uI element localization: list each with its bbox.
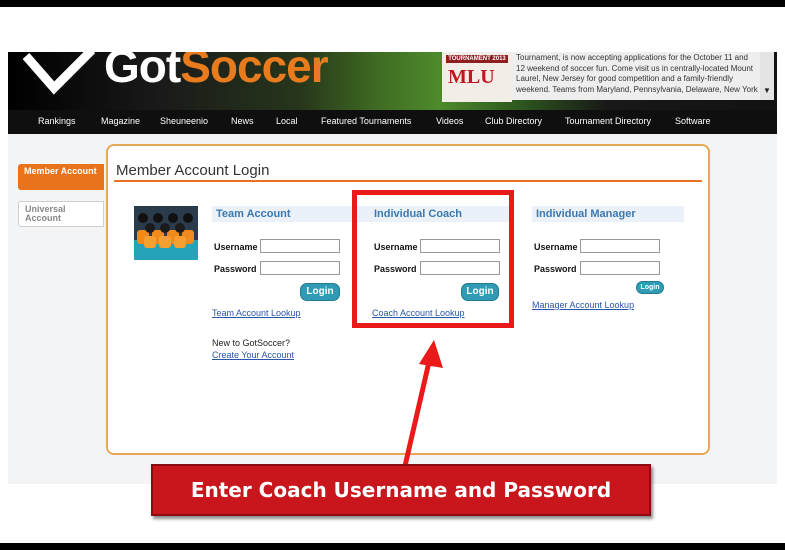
title-divider [114, 180, 702, 182]
manager-username-input[interactable] [580, 239, 660, 253]
individual-manager-section: Individual Manager [532, 206, 684, 222]
nav-item-rankings[interactable]: Rankings [38, 116, 76, 126]
nav-item-software[interactable]: Software [675, 116, 711, 126]
bottom-border [0, 543, 785, 550]
manager-password-input[interactable] [580, 261, 660, 275]
nav-item-featured-tournaments[interactable]: Featured Tournaments [321, 116, 411, 126]
logo-check-icon [22, 52, 96, 95]
team-password-input[interactable] [260, 261, 340, 275]
manager-login-button[interactable]: Login [636, 281, 664, 294]
site-logo[interactable]: GotSoccer [104, 52, 329, 94]
panel-title: Member Account Login [116, 162, 270, 179]
manager-username-label: Username [534, 242, 578, 252]
create-account-link[interactable]: Create Your Account [212, 350, 294, 360]
logo-text-part1: Got [104, 52, 181, 92]
nav-item-tournament-directory[interactable]: Tournament Directory [565, 116, 651, 126]
nav-item-local[interactable]: Local [276, 116, 298, 126]
ad-text: Tournament, is now accepting application… [512, 52, 762, 100]
main-nav: Rankings Magazine Sheuneenio News Local … [8, 110, 777, 136]
team-username-input[interactable] [260, 239, 340, 253]
ad-logo: MLU [448, 66, 495, 88]
nav-item-videos[interactable]: Videos [436, 116, 463, 126]
team-username-label: Username [214, 242, 258, 252]
individual-manager-heading: Individual Manager [532, 206, 684, 222]
logo-text-part2: Soccer [180, 52, 328, 92]
new-user-text: New to GotSoccer? [212, 338, 291, 348]
nav-item-club-directory[interactable]: Club Directory [485, 116, 542, 126]
ad-badge: TOURNAMENT 2013 [446, 55, 508, 63]
nav-item-news[interactable]: News [231, 116, 254, 126]
nav-item-magazine[interactable]: Magazine [101, 116, 140, 126]
instruction-callout: Enter Coach Username and Password [151, 464, 651, 516]
top-border [0, 0, 785, 7]
nav-item-sheuneenio[interactable]: Sheuneenio [160, 116, 208, 126]
sidebar-item-universal-account[interactable]: Universal Account [18, 201, 104, 227]
team-password-label: Password [214, 264, 257, 274]
team-account-lookup-link[interactable]: Team Account Lookup [212, 308, 301, 318]
scroll-down-icon[interactable]: ▼ [763, 86, 771, 95]
team-login-button[interactable]: Login [300, 283, 340, 301]
manager-password-label: Password [534, 264, 577, 274]
sidebar-item-member-account[interactable]: Member Account [18, 164, 104, 190]
team-people-icon [134, 206, 198, 260]
ad-banner-image[interactable]: TOURNAMENT 2013 MLU [442, 52, 512, 102]
coach-highlight-box [352, 190, 514, 328]
site-header: GotSoccer TOURNAMENT 2013 MLU Tournament… [8, 52, 777, 110]
ad-scrollbar[interactable]: ▼ [760, 52, 774, 100]
manager-account-lookup-link[interactable]: Manager Account Lookup [532, 300, 634, 310]
